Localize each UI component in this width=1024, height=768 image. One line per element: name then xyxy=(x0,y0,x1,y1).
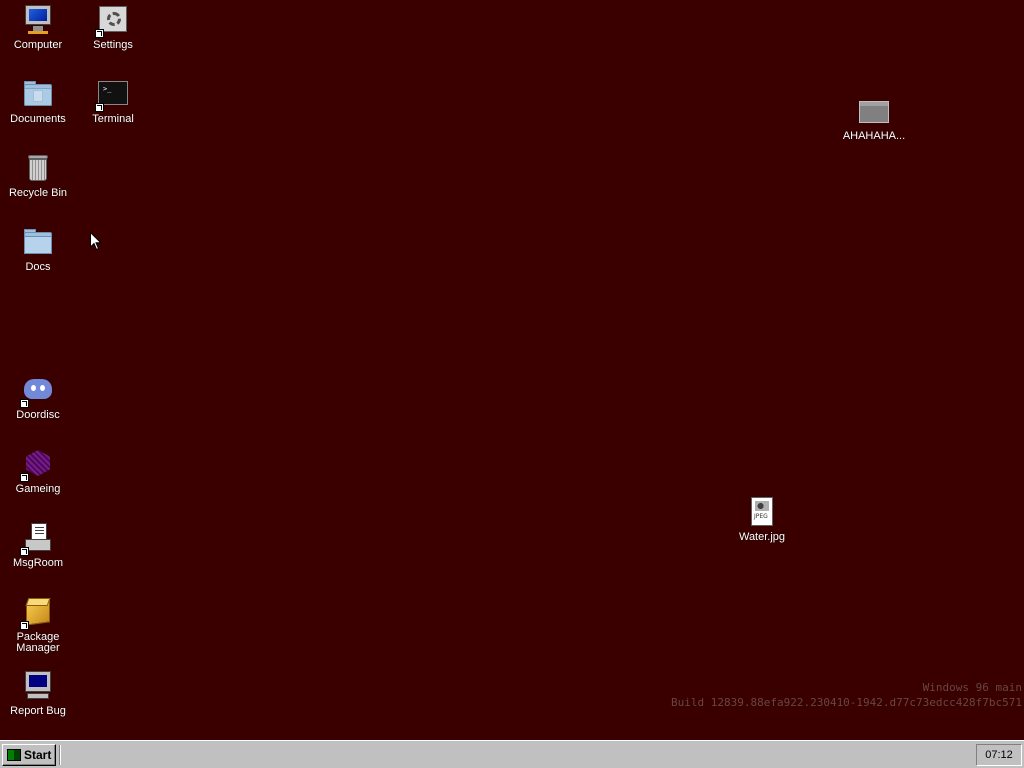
start-button[interactable]: Start xyxy=(2,744,56,766)
desktop-icon-settings[interactable]: Settings xyxy=(75,4,151,51)
icon-label: AHAHAHA... xyxy=(842,130,906,142)
taskbar: Start 07:12 xyxy=(0,740,1024,768)
discord-icon xyxy=(20,374,54,408)
shortcut-arrow-icon xyxy=(20,473,29,482)
system-tray-clock[interactable]: 07:12 xyxy=(976,744,1022,766)
icon-label: MsgRoom xyxy=(12,557,64,569)
icon-label: Documents xyxy=(10,113,66,125)
desktop-icon-documents[interactable]: Documents xyxy=(0,78,76,125)
desktop-icon-msgroom[interactable]: MsgRoom xyxy=(0,522,76,569)
watermark-edition: Windows 96 main xyxy=(922,681,1022,694)
icon-label: Settings xyxy=(93,39,133,51)
jpeg-tag: JPEG xyxy=(754,513,768,520)
icon-label: Recycle Bin xyxy=(8,187,68,199)
desktop-icon-package-manager[interactable]: Package Manager xyxy=(0,596,76,654)
recycle-bin-icon xyxy=(22,152,54,184)
start-label: Start xyxy=(24,748,52,762)
desktop-icon-doordisc[interactable]: Doordisc xyxy=(0,374,76,421)
desktop-icon-computer[interactable]: Computer xyxy=(0,4,76,51)
mouse-cursor-icon xyxy=(90,232,102,251)
folder-icon xyxy=(22,226,54,258)
terminal-icon: >_ xyxy=(95,78,129,112)
shortcut-arrow-icon xyxy=(20,621,29,630)
computer-icon xyxy=(22,4,54,36)
icon-label: Package Manager xyxy=(16,631,60,654)
computer-bug-icon xyxy=(22,670,54,702)
folder-icon xyxy=(22,78,54,110)
icon-label: Water.jpg xyxy=(738,531,786,543)
desktop-icon-ahahaha[interactable]: AHAHAHA... xyxy=(836,95,912,142)
desktop-icon-water-jpg[interactable]: JPEG Water.jpg xyxy=(724,496,800,543)
icon-label: Report Bug xyxy=(10,705,66,717)
desktop-icon-gameing[interactable]: Gameing xyxy=(0,448,76,495)
window-icon xyxy=(858,95,890,127)
shortcut-arrow-icon xyxy=(95,103,104,112)
icon-label: Computer xyxy=(13,39,63,51)
desktop-icon-docs[interactable]: Docs xyxy=(0,226,76,273)
clock-text: 07:12 xyxy=(985,749,1013,761)
windows-logo-icon xyxy=(7,749,21,761)
jpeg-file-icon: JPEG xyxy=(746,496,778,528)
desktop-icon-terminal[interactable]: >_ Terminal xyxy=(75,78,151,125)
game-cube-icon xyxy=(20,448,54,482)
build-watermark: Windows 96 main Build 12839.88efa922.230… xyxy=(671,680,1022,710)
icon-label: Terminal xyxy=(92,113,134,125)
taskbar-separator xyxy=(59,745,61,765)
settings-icon xyxy=(95,4,129,38)
watermark-build: Build 12839.88efa922.230410-1942.d77c73e… xyxy=(671,696,1022,709)
terminal-prompt: >_ xyxy=(103,85,112,93)
desktop-icon-report-bug[interactable]: Report Bug xyxy=(0,670,76,717)
shortcut-arrow-icon xyxy=(20,547,29,556)
icon-label: Gameing xyxy=(15,483,61,495)
icon-label: Doordisc xyxy=(16,409,60,421)
desktop-icon-recycle-bin[interactable]: Recycle Bin xyxy=(0,152,76,199)
desktop[interactable]: Computer Documents Recycle Bin Docs Door… xyxy=(0,0,1024,740)
shortcut-arrow-icon xyxy=(20,399,29,408)
message-terminal-icon xyxy=(20,522,54,556)
shortcut-arrow-icon xyxy=(95,29,104,38)
package-icon xyxy=(20,596,54,630)
icon-label: Docs xyxy=(25,261,51,273)
